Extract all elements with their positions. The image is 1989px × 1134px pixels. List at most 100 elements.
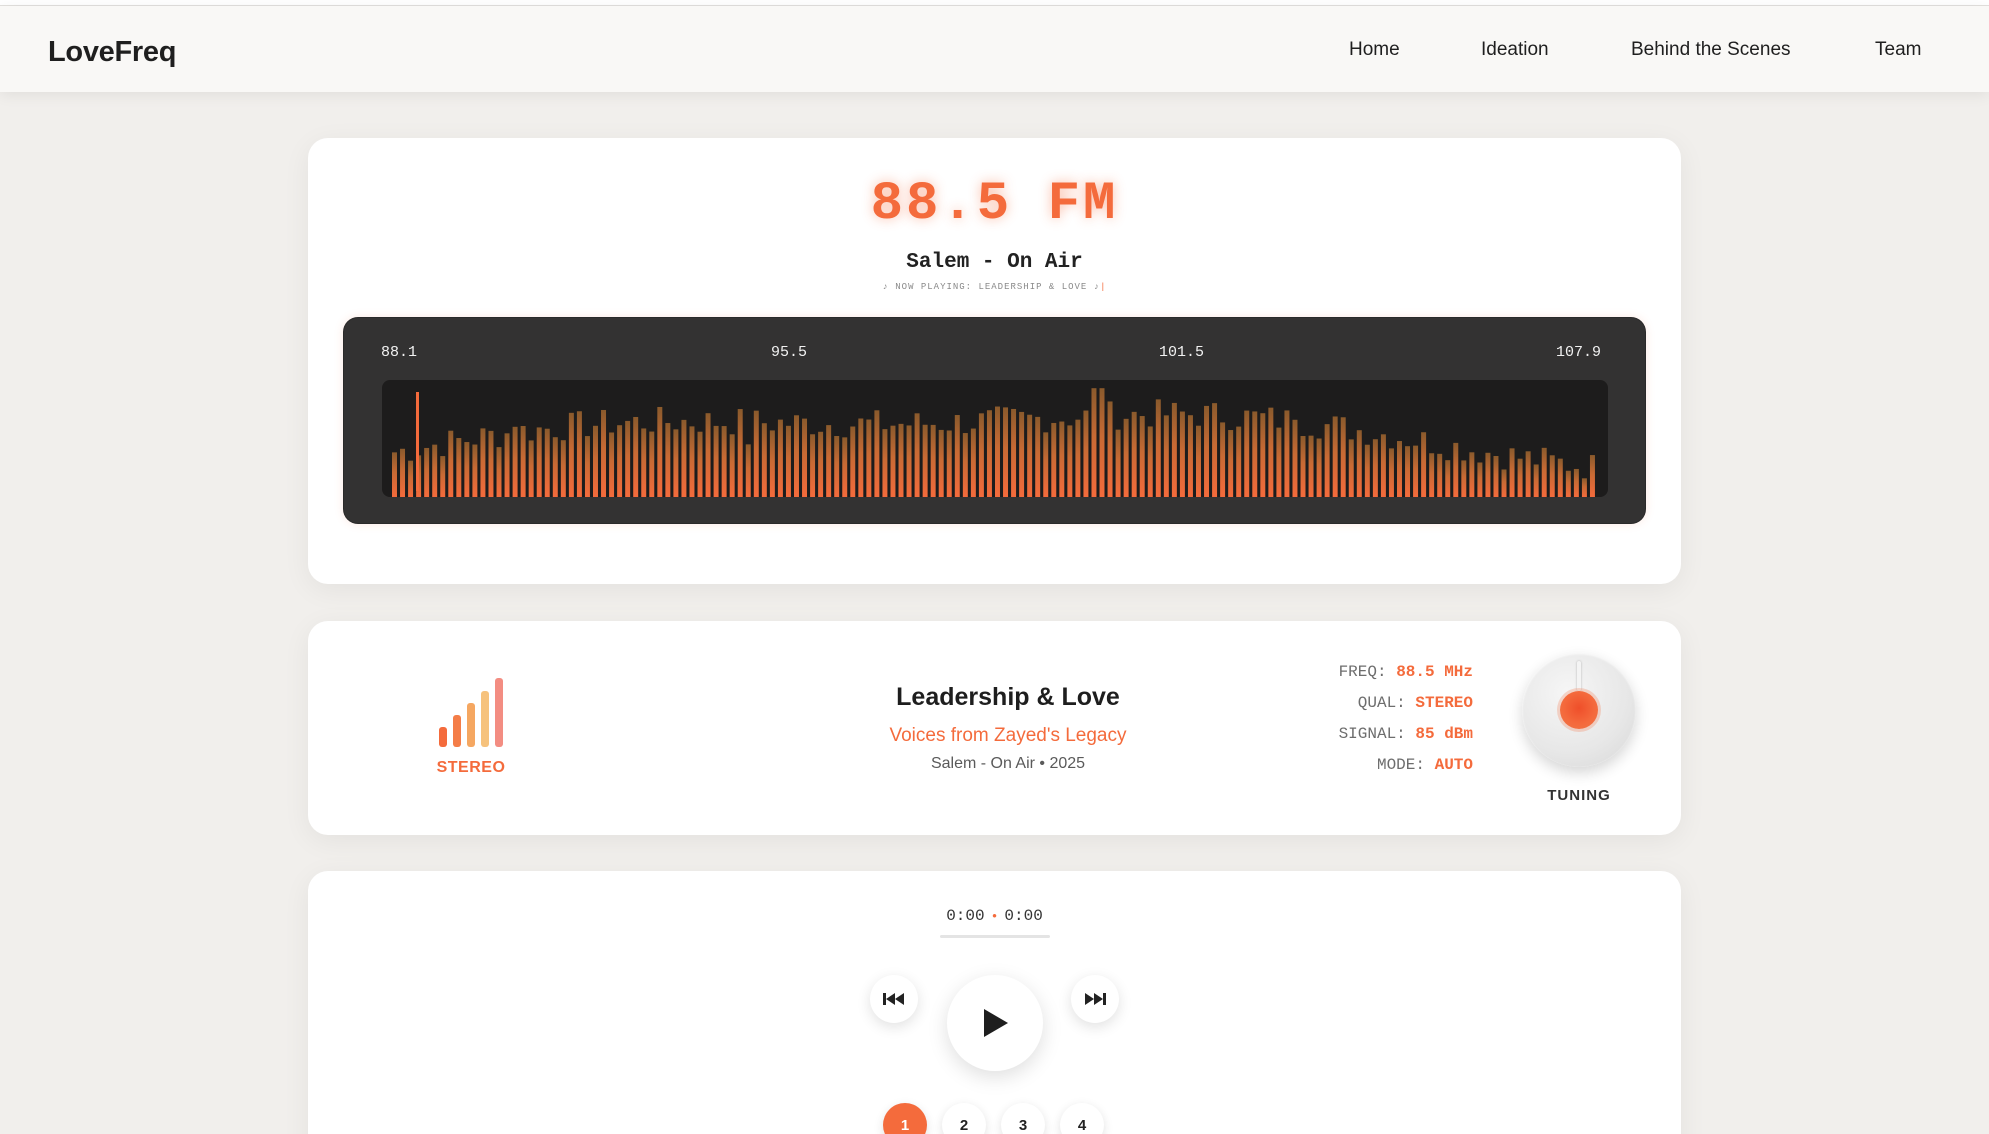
ticker-cursor: | bbox=[1100, 282, 1107, 292]
spectrum-bar bbox=[1019, 411, 1025, 497]
spectrum-bar bbox=[1380, 434, 1386, 497]
spectrum-bar bbox=[1179, 411, 1185, 497]
spectrum-bar bbox=[1155, 399, 1161, 497]
spectrum-visualizer[interactable] bbox=[382, 380, 1608, 497]
nav-home[interactable]: Home bbox=[1349, 39, 1400, 61]
spectrum-panel: 88.1 95.5 101.5 107.9 bbox=[344, 318, 1645, 523]
spectrum-bar bbox=[1268, 407, 1274, 497]
spectrum-bar bbox=[440, 456, 446, 497]
spectrum-bar bbox=[1364, 444, 1370, 497]
brand-logo[interactable]: LoveFreq bbox=[48, 36, 176, 69]
spectrum-bar bbox=[946, 430, 952, 497]
page-button-3[interactable]: 3 bbox=[1001, 1103, 1045, 1134]
spectrum-bar bbox=[729, 434, 735, 497]
spectrum-bar bbox=[480, 428, 486, 497]
spectrum-bar bbox=[753, 410, 759, 497]
spectrum-bar bbox=[649, 431, 655, 497]
spectrum-bar bbox=[400, 448, 406, 497]
spectrum-bar bbox=[408, 460, 414, 497]
spectrum-bar bbox=[609, 432, 615, 497]
play-button[interactable] bbox=[947, 975, 1043, 1071]
progress-bar[interactable] bbox=[940, 935, 1050, 938]
spectrum-bar bbox=[705, 413, 711, 497]
knob-indicator bbox=[1577, 661, 1581, 691]
nav-ideation[interactable]: Ideation bbox=[1481, 39, 1549, 61]
spectrum-bar bbox=[970, 428, 976, 497]
tuning-label: TUNING bbox=[1547, 787, 1611, 804]
spectrum-bar bbox=[536, 427, 542, 497]
spectrum-bar bbox=[1461, 460, 1467, 497]
spectrum-bar bbox=[1372, 439, 1378, 497]
stat-qual: QUAL: STEREO bbox=[1358, 694, 1473, 718]
stat-signal: SIGNAL: 85 dBm bbox=[1339, 725, 1473, 749]
page-button-4[interactable]: 4 bbox=[1060, 1103, 1104, 1134]
spectrum-bar bbox=[1453, 442, 1459, 497]
spectrum-bar bbox=[593, 425, 598, 497]
spectrum-bar bbox=[1003, 407, 1009, 497]
spectrum-bar bbox=[922, 424, 928, 497]
spectrum-bar bbox=[601, 409, 607, 497]
spectrum-bar bbox=[1356, 430, 1362, 497]
spectrum-bar bbox=[1131, 411, 1137, 497]
spectrum-bar bbox=[1485, 452, 1491, 497]
spectrum-bar bbox=[584, 436, 590, 497]
spectrum-bar bbox=[962, 433, 968, 497]
spectrum-bar bbox=[1421, 432, 1427, 497]
track-meta: Salem - On Air • 2025 bbox=[930, 755, 1086, 772]
spectrum-bar bbox=[392, 452, 397, 497]
now-playing-ticker: ♪ NOW PLAYING: LEADERSHIP & LOVE ♪| bbox=[308, 282, 1681, 292]
track-info-card: STEREO Leadership & Love Voices from Zay… bbox=[308, 621, 1681, 835]
spectrum-bar bbox=[1220, 422, 1226, 497]
spectrum-bar bbox=[512, 426, 518, 497]
page-button-1[interactable]: 1 bbox=[883, 1103, 927, 1134]
spectrum-bar bbox=[834, 436, 840, 497]
spectrum-bar bbox=[625, 420, 631, 497]
spectrum-bar bbox=[689, 426, 695, 497]
spectrum-bar bbox=[761, 423, 767, 497]
spectrum-bar bbox=[794, 415, 799, 497]
spectrum-bar bbox=[1533, 464, 1539, 497]
time-separator: • bbox=[990, 909, 999, 924]
spectrum-bar bbox=[617, 425, 623, 497]
spectrum-bar bbox=[560, 440, 566, 497]
spectrum-bar bbox=[802, 418, 808, 497]
current-time: 0:00 bbox=[946, 907, 985, 925]
spectrum-bar bbox=[1035, 416, 1041, 497]
spectrum-bar bbox=[697, 431, 703, 497]
spectrum-bar bbox=[930, 424, 936, 497]
scale-label-2: 95.5 bbox=[771, 344, 808, 361]
spectrum-bar bbox=[1244, 410, 1250, 497]
spectrum-bar bbox=[1292, 419, 1298, 497]
spectrum-bar bbox=[1139, 416, 1145, 497]
tuning-marker bbox=[416, 392, 419, 491]
tuning-knob[interactable] bbox=[1522, 653, 1636, 767]
play-icon bbox=[984, 1009, 1008, 1037]
spectrum-bar bbox=[1236, 426, 1242, 497]
scale-label-end: 107.9 bbox=[1556, 344, 1602, 361]
spectrum-bar bbox=[1011, 408, 1017, 497]
player-card: 0:00 • 0:00 1 2 3 4 bbox=[308, 871, 1681, 1134]
nav-team[interactable]: Team bbox=[1875, 39, 1921, 61]
stat-qual-value: STEREO bbox=[1415, 694, 1473, 712]
spectrum-bar bbox=[810, 434, 816, 497]
spectrum-bar bbox=[496, 447, 502, 497]
scale-label-3: 101.5 bbox=[1159, 344, 1205, 361]
nav-behind-the-scenes[interactable]: Behind the Scenes bbox=[1631, 39, 1791, 61]
previous-button[interactable] bbox=[870, 975, 918, 1023]
spectrum-bar bbox=[1059, 421, 1065, 497]
spectrum-bar bbox=[1123, 418, 1129, 497]
spectrum-bar bbox=[874, 410, 880, 497]
knob-center bbox=[1560, 691, 1598, 729]
spectrum-bar bbox=[777, 419, 783, 497]
spectrum-bar bbox=[1204, 405, 1210, 497]
spectrum-bar bbox=[456, 438, 462, 497]
spectrum-bar bbox=[1163, 415, 1169, 497]
page-button-2[interactable]: 2 bbox=[942, 1103, 986, 1134]
station-name: Salem - On Air bbox=[906, 251, 1083, 274]
spectrum-bar bbox=[1517, 458, 1523, 497]
next-button[interactable] bbox=[1071, 975, 1119, 1023]
spectrum-bar bbox=[528, 440, 534, 497]
spectrum-bar bbox=[1091, 388, 1097, 497]
spectrum-bar bbox=[1493, 456, 1499, 497]
spectrum-bar bbox=[978, 413, 984, 497]
